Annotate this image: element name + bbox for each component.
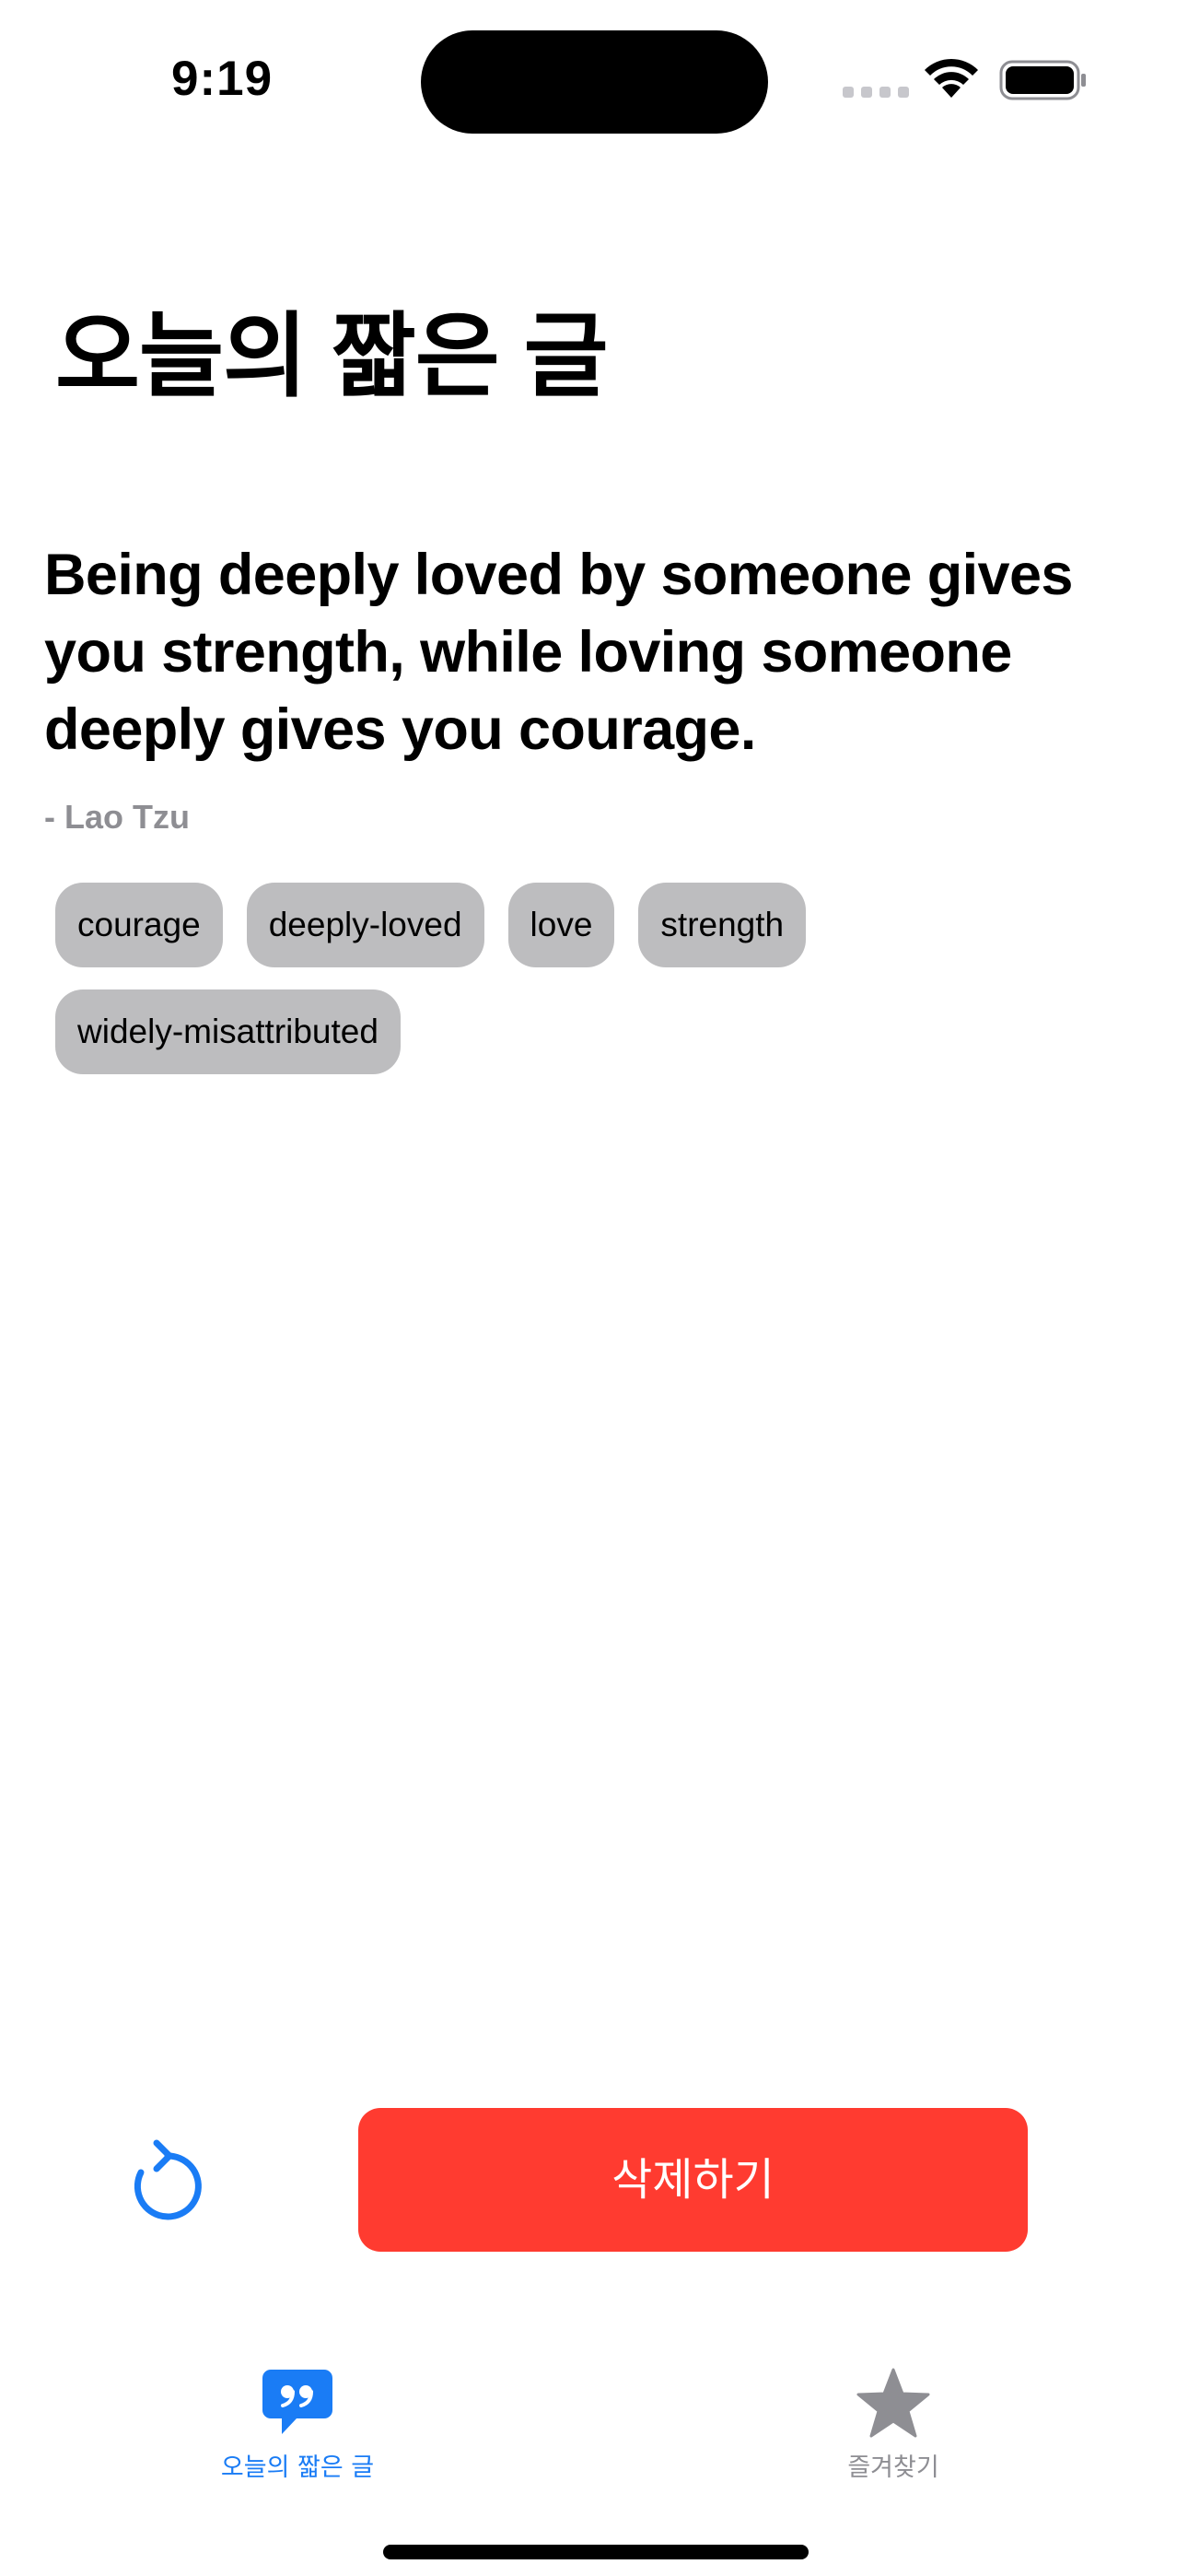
- refresh-button[interactable]: [129, 2136, 206, 2222]
- tag-chip: widely-misattributed: [55, 989, 401, 1074]
- dynamic-island: [421, 30, 768, 134]
- tab-today-quote-label: 오늘의 짧은 글: [220, 2453, 375, 2482]
- tag-chip: strength: [638, 883, 807, 967]
- battery-icon: [999, 60, 1086, 100]
- tag-chip: deeply-loved: [246, 883, 484, 967]
- delete-button[interactable]: 삭제하기: [358, 2108, 1028, 2252]
- quote-author: - Lao Tzu: [44, 798, 190, 836]
- arrow-clockwise-icon: [134, 2139, 202, 2220]
- quote-bubble-icon: [262, 2370, 332, 2434]
- tab-favorites-label: 즐겨찾기: [847, 2453, 939, 2482]
- star-icon: [856, 2368, 930, 2438]
- tab-favorites[interactable]: 즐겨찾기: [783, 2368, 1004, 2488]
- tag-list: courage deeply-loved love strength widel…: [55, 883, 1068, 1074]
- home-indicator[interactable]: [383, 2545, 809, 2559]
- quote-text: Being deeply loved by someone gives you …: [44, 543, 1073, 762]
- wifi-icon: [925, 58, 978, 98]
- page-title: 오늘의 짧은 글: [55, 305, 609, 408]
- cellular-signal-icon: [843, 87, 909, 98]
- screen: 9:19 오늘의 짧은 글 Being deeply loved by some…: [0, 0, 1188, 2576]
- tab-today-quote[interactable]: 오늘의 짧은 글: [187, 2368, 408, 2488]
- status-time: 9:19: [171, 52, 274, 106]
- tag-chip: love: [507, 883, 615, 967]
- tag-chip: courage: [55, 883, 223, 967]
